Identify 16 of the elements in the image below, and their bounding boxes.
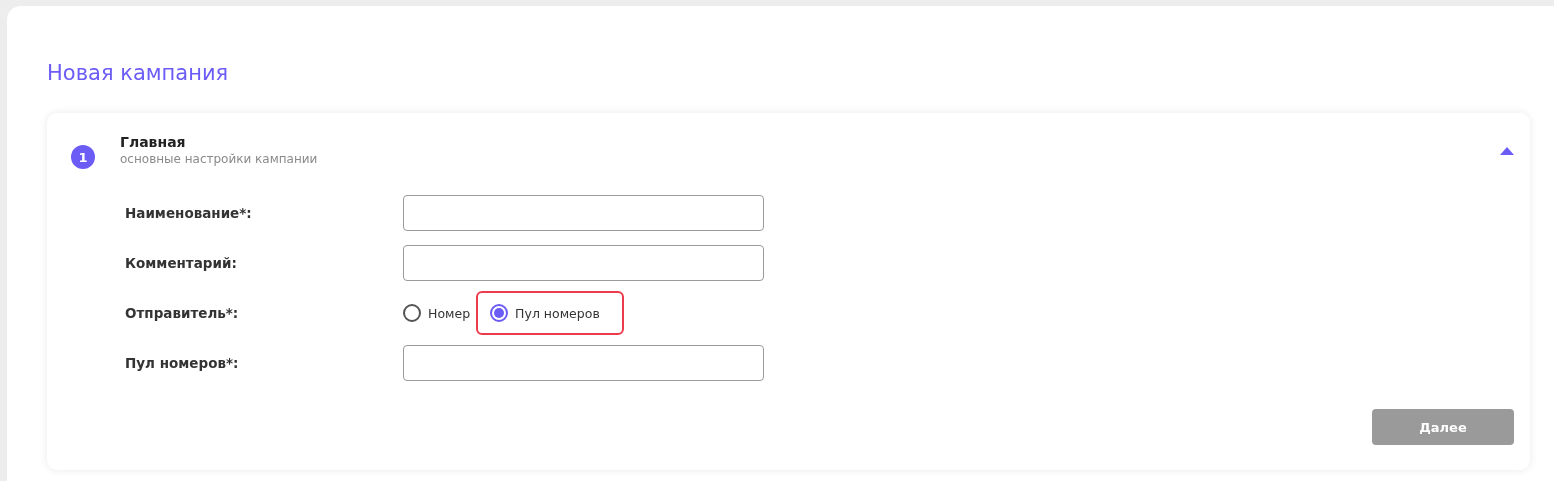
input-field[interactable] xyxy=(403,195,764,231)
section-title: Главная xyxy=(120,133,187,151)
input-field[interactable] xyxy=(403,245,764,281)
field-label: Комментарий: xyxy=(125,255,238,271)
input-field[interactable] xyxy=(403,345,764,381)
section-subtitle: основные настройки кампании xyxy=(120,151,319,167)
radio-icon[interactable] xyxy=(403,304,421,322)
field-label: Наименование*: xyxy=(125,205,253,221)
radio-option[interactable]: Пул номеров xyxy=(476,291,624,335)
radio-icon[interactable] xyxy=(490,304,509,322)
radio-option[interactable]: Номер xyxy=(401,291,477,335)
field-label: Пул номеров*: xyxy=(125,355,240,371)
step-number: 1 xyxy=(71,145,95,169)
collapse-icon[interactable] xyxy=(1500,147,1514,155)
field-label: Отправитель*: xyxy=(125,305,240,321)
page-title: Новая кампания xyxy=(47,60,230,87)
